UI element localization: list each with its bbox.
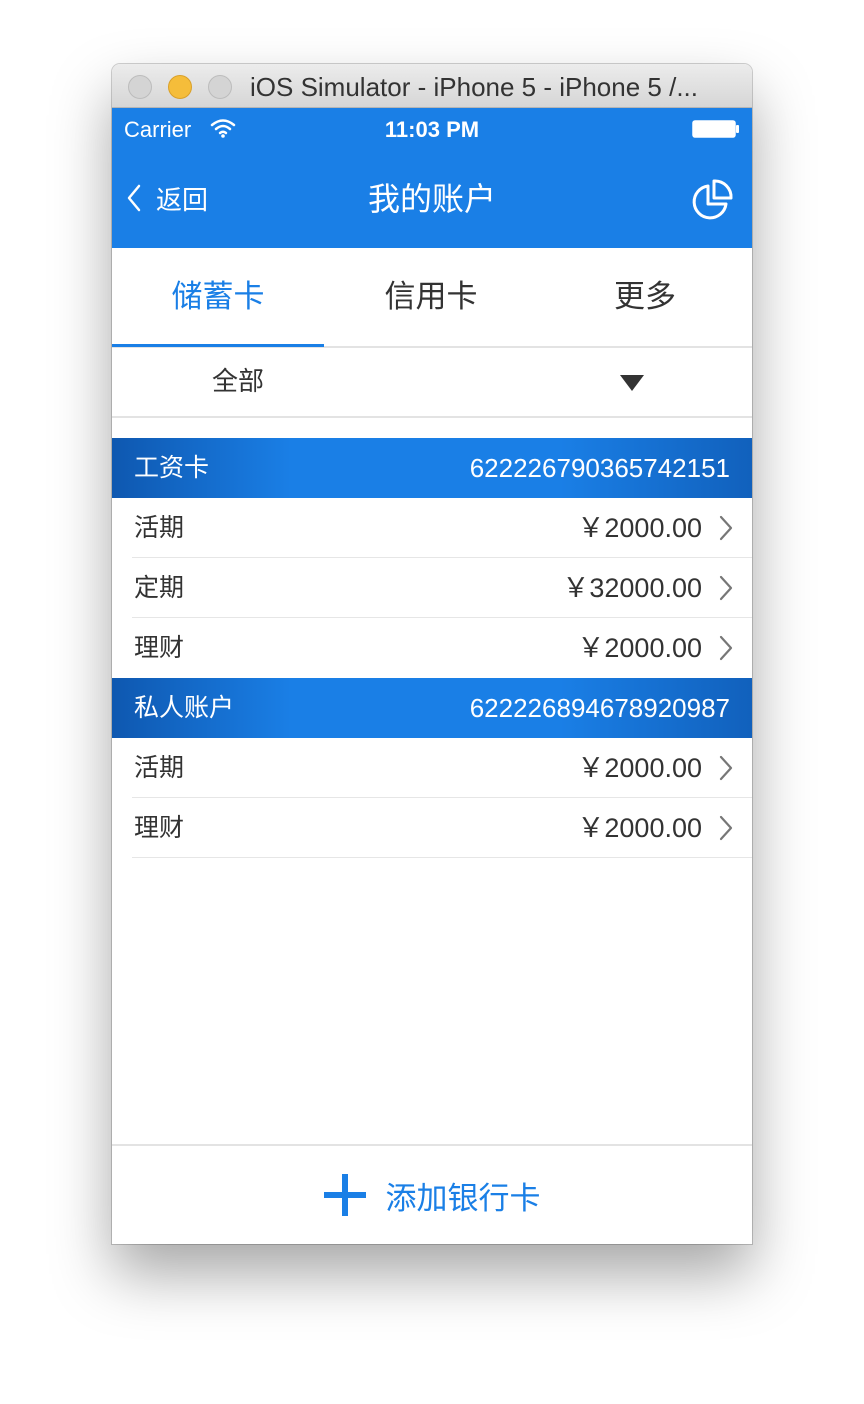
filter-value: 全部 bbox=[212, 367, 265, 397]
tab-credit-card[interactable]: 信用卡 bbox=[324, 248, 538, 346]
page-title: 我的账户 bbox=[367, 180, 496, 218]
plus-icon bbox=[323, 1174, 366, 1216]
chevron-right-icon bbox=[719, 635, 733, 661]
bottom-bar: 添加银行卡 bbox=[112, 1144, 752, 1244]
chevron-right-icon bbox=[719, 815, 733, 841]
account-number: 622226790365742151 bbox=[469, 453, 730, 483]
account-item-row[interactable]: 理财 ￥2000.00 bbox=[112, 798, 752, 858]
account-header: 工资卡 622226790365742151 bbox=[112, 438, 752, 498]
pie-chart-icon[interactable] bbox=[690, 178, 734, 222]
item-amount: ￥2000.00 bbox=[577, 513, 702, 543]
row-divider bbox=[132, 857, 752, 858]
item-label: 理财 bbox=[134, 633, 185, 662]
item-label: 定期 bbox=[134, 573, 185, 602]
account-number: 622226894678920987 bbox=[469, 693, 730, 723]
app-header: Carrier 11:03 PM 返回 我的账户 bbox=[112, 108, 752, 248]
item-amount: ￥2000.00 bbox=[577, 633, 702, 663]
card-type-tabs: 储蓄卡 信用卡 更多 bbox=[112, 248, 752, 348]
tab-debit-card[interactable]: 储蓄卡 bbox=[112, 248, 324, 346]
phone-screen: Carrier 11:03 PM 返回 我的账户 储蓄卡 信用卡 更多 全部 工… bbox=[112, 108, 752, 1244]
chevron-right-icon bbox=[719, 515, 733, 541]
tab-selected-indicator bbox=[112, 344, 324, 347]
status-time: 11:03 PM bbox=[384, 117, 480, 142]
item-amount: ￥2000.00 bbox=[577, 753, 702, 783]
item-amount: ￥32000.00 bbox=[562, 573, 702, 603]
zoom-window-button[interactable] bbox=[208, 75, 232, 99]
account-name: 私人账户 bbox=[134, 693, 235, 722]
account-header: 私人账户 622226894678920987 bbox=[112, 678, 752, 738]
simulator-window: iOS Simulator - iPhone 5 - iPhone 5 /...… bbox=[112, 64, 752, 1244]
item-amount: ￥2000.00 bbox=[577, 813, 702, 843]
window-titlebar[interactable]: iOS Simulator - iPhone 5 - iPhone 5 /... bbox=[112, 64, 752, 108]
minimize-window-button[interactable] bbox=[168, 75, 192, 99]
account-item-row[interactable]: 活期 ￥2000.00 bbox=[112, 738, 752, 798]
triangle-down-icon bbox=[620, 375, 644, 391]
add-bank-card-button[interactable]: 添加银行卡 bbox=[112, 1146, 752, 1244]
account-item-row[interactable]: 定期 ￥32000.00 bbox=[112, 558, 752, 618]
chevron-right-icon bbox=[719, 755, 733, 781]
item-label: 活期 bbox=[134, 753, 185, 782]
window-title: iOS Simulator - iPhone 5 - iPhone 5 /... bbox=[250, 72, 698, 102]
chevron-right-icon bbox=[719, 575, 733, 601]
item-label: 活期 bbox=[134, 513, 185, 542]
tab-more[interactable]: 更多 bbox=[538, 248, 752, 346]
account-name: 工资卡 bbox=[134, 453, 210, 482]
battery-icon bbox=[692, 120, 739, 138]
add-bank-card-label: 添加银行卡 bbox=[385, 1180, 541, 1217]
close-window-button[interactable] bbox=[128, 75, 152, 99]
item-label: 理财 bbox=[134, 813, 185, 842]
account-item-row[interactable]: 理财 ￥2000.00 bbox=[112, 618, 752, 678]
account-item-row[interactable]: 活期 ￥2000.00 bbox=[112, 498, 752, 558]
account-filter-dropdown[interactable]: 全部 bbox=[112, 348, 752, 418]
